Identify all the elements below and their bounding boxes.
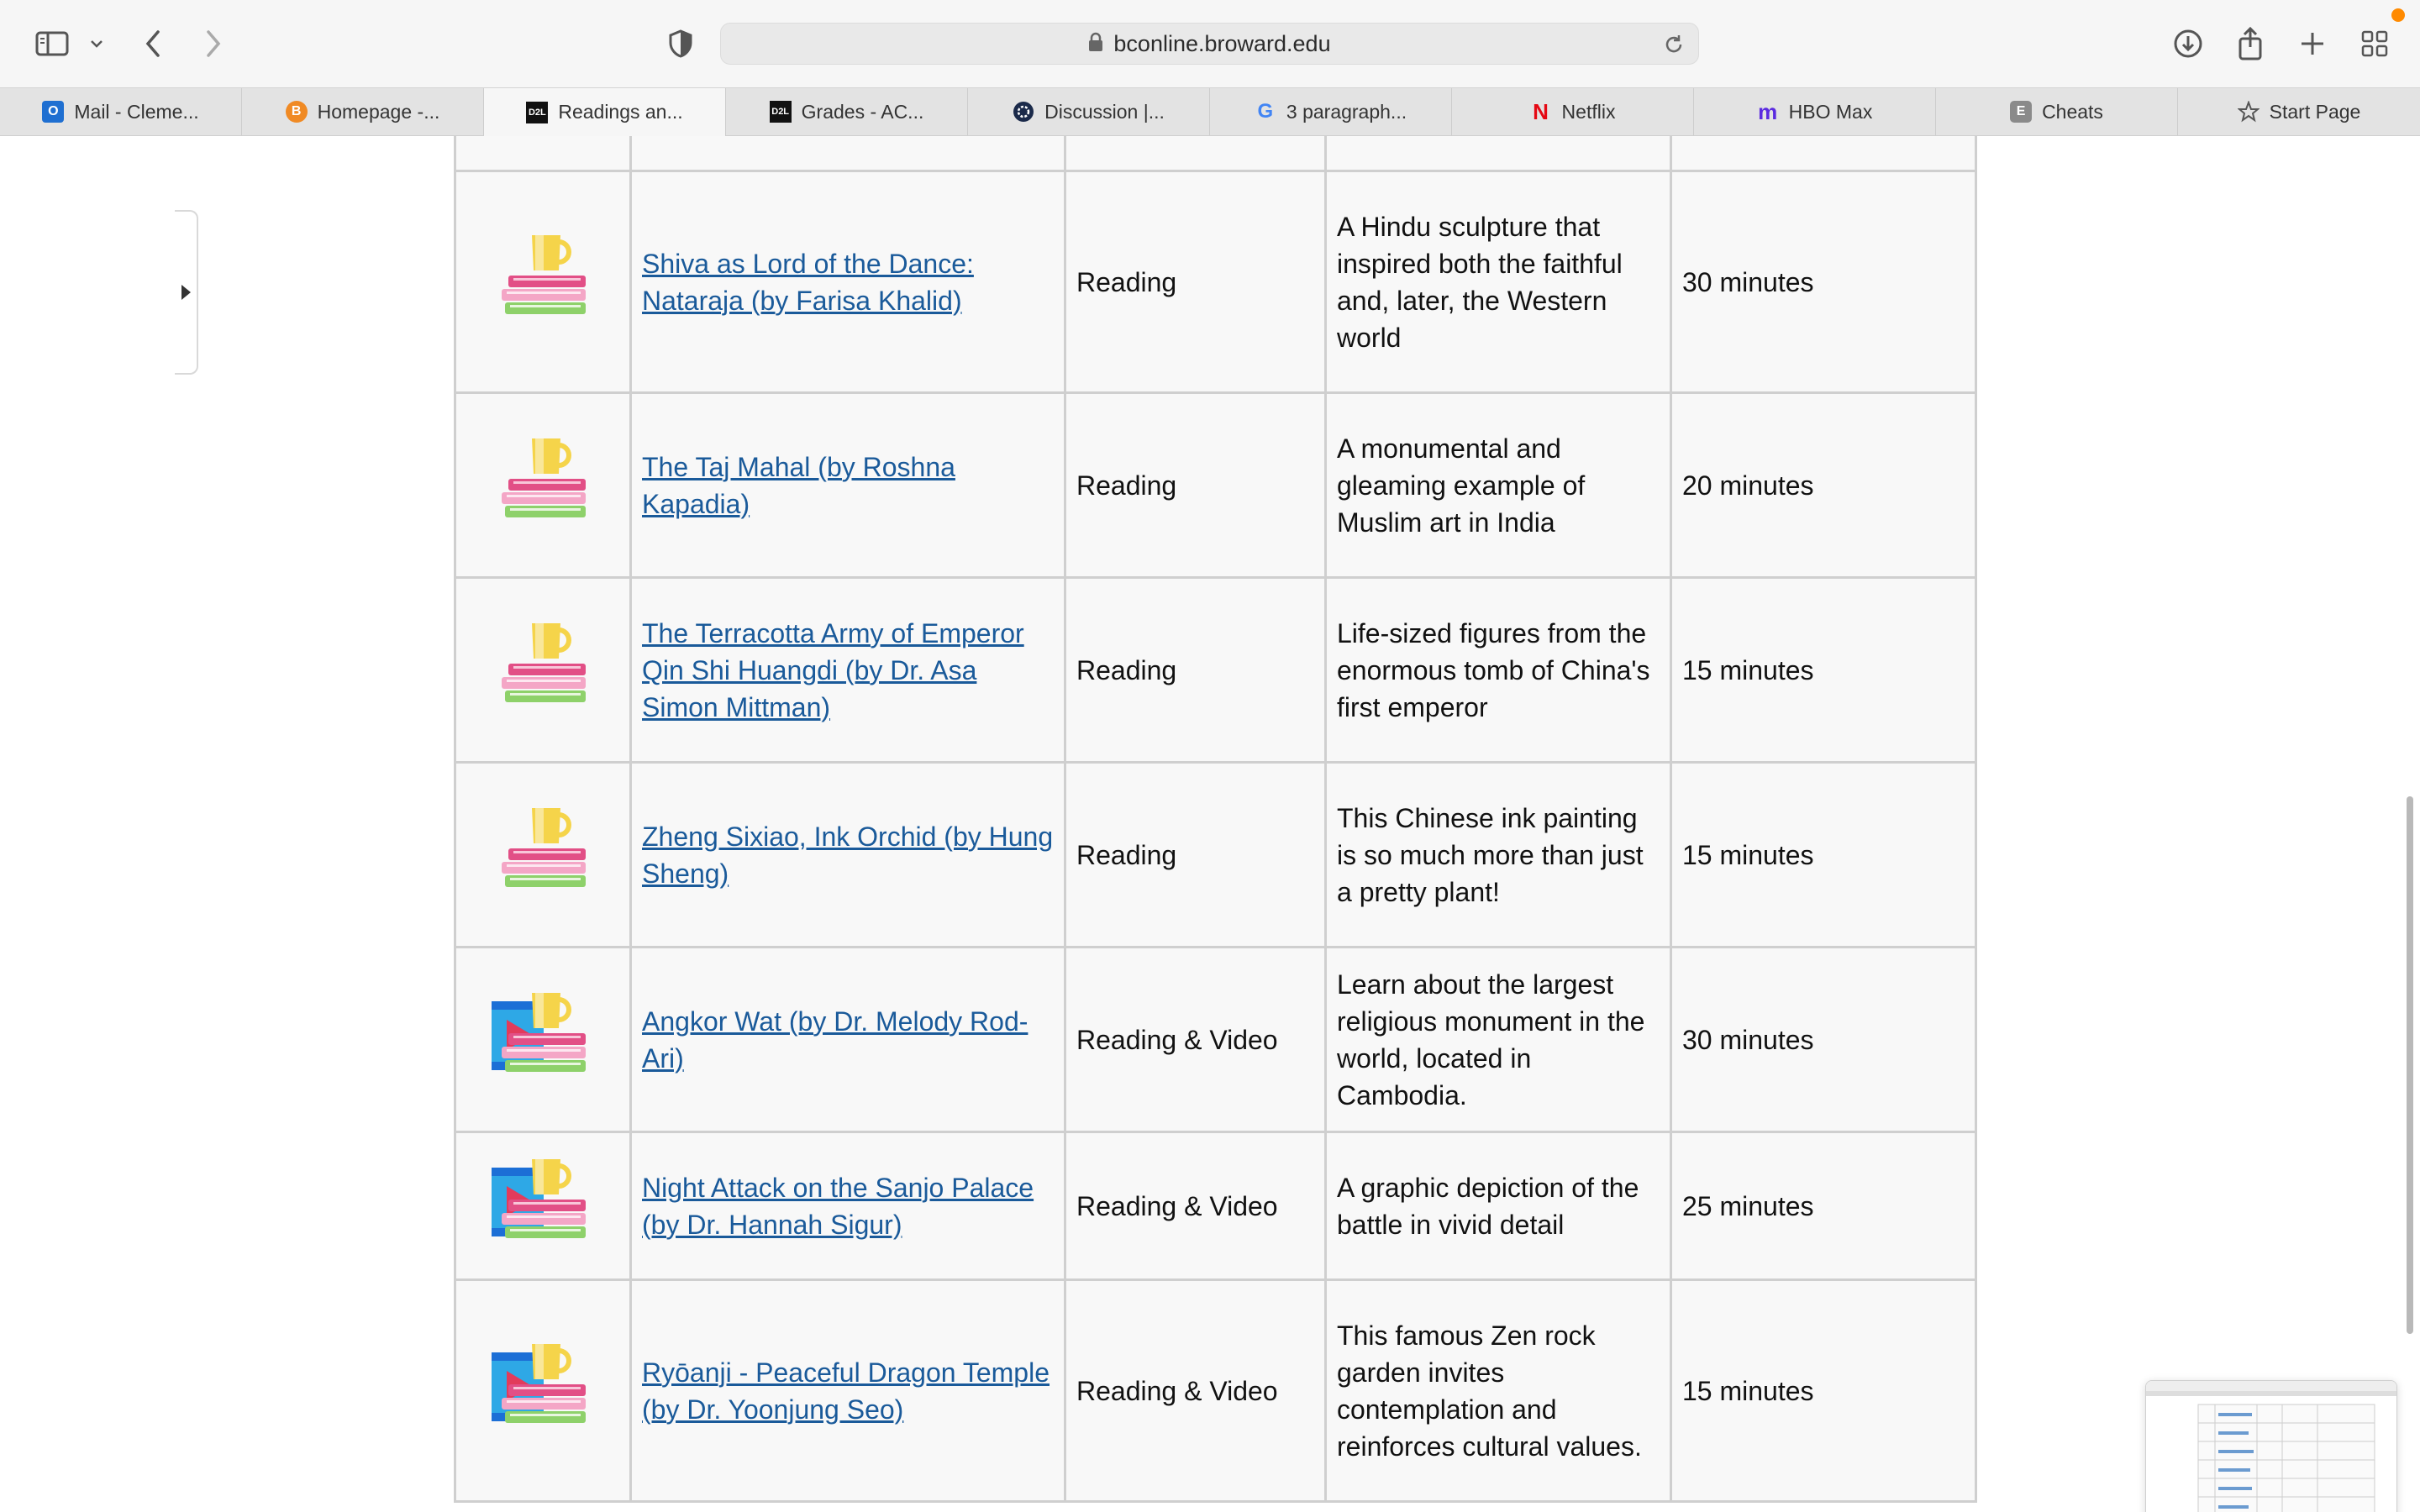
brightspace-icon: B — [285, 101, 308, 123]
reading-description: This famous Zen rock garden invites cont… — [1324, 1278, 1672, 1503]
tab-label: Start Page — [2269, 100, 2361, 123]
tab-discussion[interactable]: Discussion |... — [968, 88, 1210, 135]
tab-label: 3 paragraph... — [1286, 100, 1407, 123]
reading-description: This Chinese ink painting is so much mor… — [1324, 761, 1672, 948]
tab-overview-icon[interactable] — [2356, 18, 2393, 69]
tab-mail[interactable]: O Mail - Cleme... — [0, 88, 242, 135]
reading-title-link[interactable]: Shiva as Lord of the Dance: Nataraja (by… — [642, 249, 974, 316]
reading-description: A graphic depiction of the battle in viv… — [1324, 1131, 1672, 1281]
reading-icon — [454, 391, 632, 579]
table-row: Ryōanji - Peaceful Dragon Temple (by Dr.… — [454, 1278, 1977, 1503]
tab-hbomax[interactable]: m HBO Max — [1694, 88, 1936, 135]
reading-description: Learn about the largest religious monume… — [1324, 946, 1672, 1133]
tab-netflix[interactable]: N Netflix — [1452, 88, 1694, 135]
reload-icon[interactable] — [1663, 34, 1685, 60]
address-bar[interactable]: bconline.broward.edu — [720, 23, 1699, 65]
reading-type: Reading & Video — [1064, 946, 1327, 1133]
reading-time: 30 minutes — [1670, 170, 1977, 394]
caret-right-icon — [181, 285, 191, 300]
discussion-icon — [1013, 101, 1034, 123]
share-icon[interactable] — [2232, 18, 2269, 69]
tab-grades[interactable]: D2L Grades - AC... — [726, 88, 968, 135]
reading-title-link[interactable]: Angkor Wat (by Dr. Melody Rod-Ari) — [642, 1006, 1028, 1074]
hbomax-icon: m — [1758, 98, 1778, 124]
table-row — [454, 136, 1977, 172]
table-row: The Taj Mahal (by Roshna Kapadia) Readin… — [454, 391, 1977, 579]
table-row: The Terracotta Army of Emperor Qin Shi H… — [454, 576, 1977, 764]
forward-icon[interactable] — [195, 18, 232, 69]
reading-description: Life-sized figures from the enormous tom… — [1324, 576, 1672, 764]
reading-type: Reading — [1064, 761, 1327, 948]
tab-label: Mail - Cleme... — [74, 100, 199, 123]
reading-title-link[interactable]: The Terracotta Army of Emperor Qin Shi H… — [642, 618, 1024, 722]
star-icon — [2237, 101, 2260, 123]
reading-type: Reading — [1064, 391, 1327, 579]
reading-description: A monumental and gleaming example of Mus… — [1324, 391, 1672, 579]
tab-label: Cheats — [2042, 100, 2103, 123]
tab-label: Netflix — [1561, 100, 1616, 123]
tab-label: Homepage -... — [317, 100, 440, 123]
reading-video-icon — [454, 946, 632, 1133]
table-row: Zheng Sixiao, Ink Orchid (by Hung Sheng)… — [454, 761, 1977, 948]
reading-video-icon — [454, 1278, 632, 1503]
url-text: bconline.broward.edu — [1113, 30, 1331, 56]
tab-google[interactable]: G 3 paragraph... — [1210, 88, 1452, 135]
reading-time: 15 minutes — [1670, 1278, 1977, 1503]
table-row: Angkor Wat (by Dr. Melody Rod-Ari) Readi… — [454, 946, 1977, 1133]
d2l-icon: D2L — [526, 101, 549, 123]
d2l-icon: D2L — [769, 101, 792, 123]
sidebar-toggle-icon[interactable] — [32, 18, 72, 69]
readings-table: Shiva as Lord of the Dance: Nataraja (by… — [454, 136, 1977, 1503]
chevron-down-icon[interactable] — [84, 18, 109, 69]
reading-type: Reading — [1064, 170, 1327, 394]
reading-icon — [454, 761, 632, 948]
back-icon[interactable] — [134, 18, 171, 69]
tab-homepage[interactable]: B Homepage -... — [242, 88, 484, 135]
reading-time: 15 minutes — [1670, 576, 1977, 764]
reading-title-link[interactable]: Zheng Sixiao, Ink Orchid (by Hung Sheng) — [642, 822, 1053, 889]
google-icon: G — [1257, 100, 1274, 123]
reading-video-icon — [454, 1131, 632, 1281]
tab-label: Grades - AC... — [801, 100, 924, 123]
tab-bar: O Mail - Cleme... B Homepage -... D2L Re… — [0, 87, 2420, 136]
reading-type: Reading & Video — [1064, 1131, 1327, 1281]
reading-time: 25 minutes — [1670, 1131, 1977, 1281]
reading-time: 15 minutes — [1670, 761, 1977, 948]
table-row: Night Attack on the Sanjo Palace (by Dr.… — [454, 1131, 1977, 1281]
lock-icon — [1088, 32, 1103, 56]
new-tab-icon[interactable] — [2294, 18, 2331, 69]
reading-title-link[interactable]: Ryōanji - Peaceful Dragon Temple (by Dr.… — [642, 1357, 1050, 1425]
reading-title-link[interactable]: The Taj Mahal (by Roshna Kapadia) — [642, 452, 955, 519]
tab-label: Readings an... — [558, 101, 683, 123]
tab-cheats[interactable]: E Cheats — [1936, 88, 2178, 135]
table-row: Shiva as Lord of the Dance: Nataraja (by… — [454, 170, 1977, 394]
reading-icon — [454, 170, 632, 394]
expand-nav-toggle[interactable] — [175, 210, 198, 375]
browser-toolbar: bconline.broward.edu — [0, 0, 2420, 87]
privacy-shield-icon[interactable] — [664, 18, 697, 69]
reading-title-link[interactable]: Night Attack on the Sanjo Palace (by Dr.… — [642, 1173, 1034, 1240]
tab-start-page[interactable]: Start Page — [2178, 88, 2420, 135]
reading-icon — [454, 576, 632, 764]
tab-readings[interactable]: D2L Readings an... — [484, 88, 726, 136]
reading-description: A Hindu sculpture that inspired both the… — [1324, 170, 1672, 394]
page-content: Shiva as Lord of the Dance: Nataraja (by… — [0, 136, 2420, 1512]
page-thumbnail-preview[interactable] — [2145, 1380, 2397, 1512]
tab-label: Discussion |... — [1044, 100, 1165, 123]
reading-time: 20 minutes — [1670, 391, 1977, 579]
cheats-icon: E — [2010, 101, 2033, 123]
notification-dot — [2391, 8, 2405, 22]
netflix-icon: N — [1533, 98, 1549, 124]
reading-time: 30 minutes — [1670, 946, 1977, 1133]
downloads-icon[interactable] — [2170, 18, 2207, 69]
vertical-scrollbar[interactable] — [2407, 796, 2413, 1334]
reading-type: Reading — [1064, 576, 1327, 764]
tab-label: HBO Max — [1788, 100, 1873, 123]
outlook-icon: O — [42, 101, 65, 123]
reading-type: Reading & Video — [1064, 1278, 1327, 1503]
